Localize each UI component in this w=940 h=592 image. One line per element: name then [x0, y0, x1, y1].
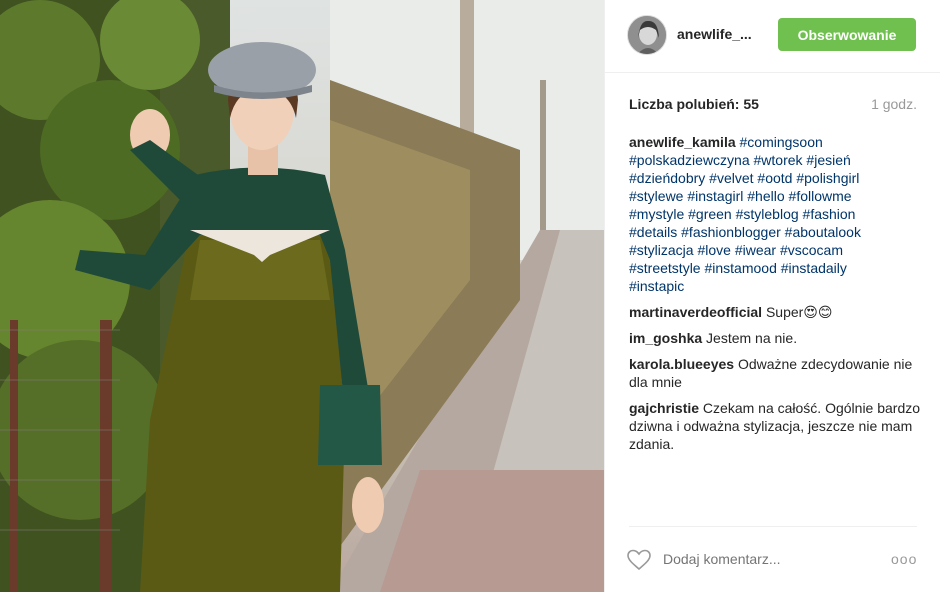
more-options-icon[interactable]: ooo: [891, 551, 917, 567]
add-comment-input[interactable]: [663, 551, 883, 567]
caption-line[interactable]: #polskadziewczyna #wtorek #jesień: [629, 151, 921, 169]
caption-line[interactable]: #comingsoon: [740, 134, 823, 150]
post-time[interactable]: 1 godz.: [871, 96, 917, 112]
comment-username[interactable]: martinaverdeofficial: [629, 304, 762, 320]
comment-item: gajchristie Czekam na całość. Ogólnie ba…: [629, 399, 921, 453]
caption-line[interactable]: #stylizacja #love #iwear #vscocam: [629, 241, 921, 259]
caption-line[interactable]: #dzieńdobry #velvet #ootd #polishgirl: [629, 169, 921, 187]
avatar[interactable]: [627, 15, 667, 55]
post-photo[interactable]: [0, 0, 604, 592]
comment-username[interactable]: karola.blueeyes: [629, 356, 734, 372]
comment-text: Jestem na nie.: [706, 330, 798, 346]
comment-text: Super😍😊: [765, 304, 833, 320]
post-username[interactable]: anewlife_...: [677, 26, 767, 42]
comment-username[interactable]: im_goshka: [629, 330, 702, 346]
caption-line[interactable]: #mystyle #green #styleblog #fashion: [629, 205, 921, 223]
caption-username[interactable]: anewlife_kamila: [629, 134, 736, 150]
likes-label: Liczba polubień:: [629, 96, 740, 112]
comment-item: im_goshka Jestem na nie.: [629, 329, 921, 347]
photo-illustration: [0, 0, 604, 592]
follow-button[interactable]: Obserwowanie: [778, 18, 916, 51]
comments-list: anewlife_kamila #comingsoon #polskadziew…: [629, 133, 921, 461]
caption-line[interactable]: #streetstyle #instamood #instadaily: [629, 259, 921, 277]
caption-line[interactable]: #instapic: [629, 277, 921, 295]
avatar-image: [628, 16, 666, 54]
comment-username[interactable]: gajchristie: [629, 400, 699, 416]
likes-row: Liczba polubień: 55 1 godz.: [629, 96, 917, 112]
caption: anewlife_kamila #comingsoon #polskadziew…: [629, 133, 921, 295]
post-footer: ooo: [605, 527, 940, 592]
heart-icon[interactable]: [627, 549, 651, 571]
likes-count[interactable]: 55: [743, 96, 759, 112]
post-header: anewlife_... Obserwowanie: [605, 0, 940, 73]
comment-item: karola.blueeyes Odważne zdecydowanie nie…: [629, 355, 921, 391]
caption-line[interactable]: #stylewe #instagirl #hello #followme: [629, 187, 921, 205]
comment-item: martinaverdeofficial Super😍😊: [629, 303, 921, 321]
post-side-panel: anewlife_... Obserwowanie Liczba polubie…: [604, 0, 940, 592]
caption-line[interactable]: #details #fashionblogger #aboutalook: [629, 223, 921, 241]
